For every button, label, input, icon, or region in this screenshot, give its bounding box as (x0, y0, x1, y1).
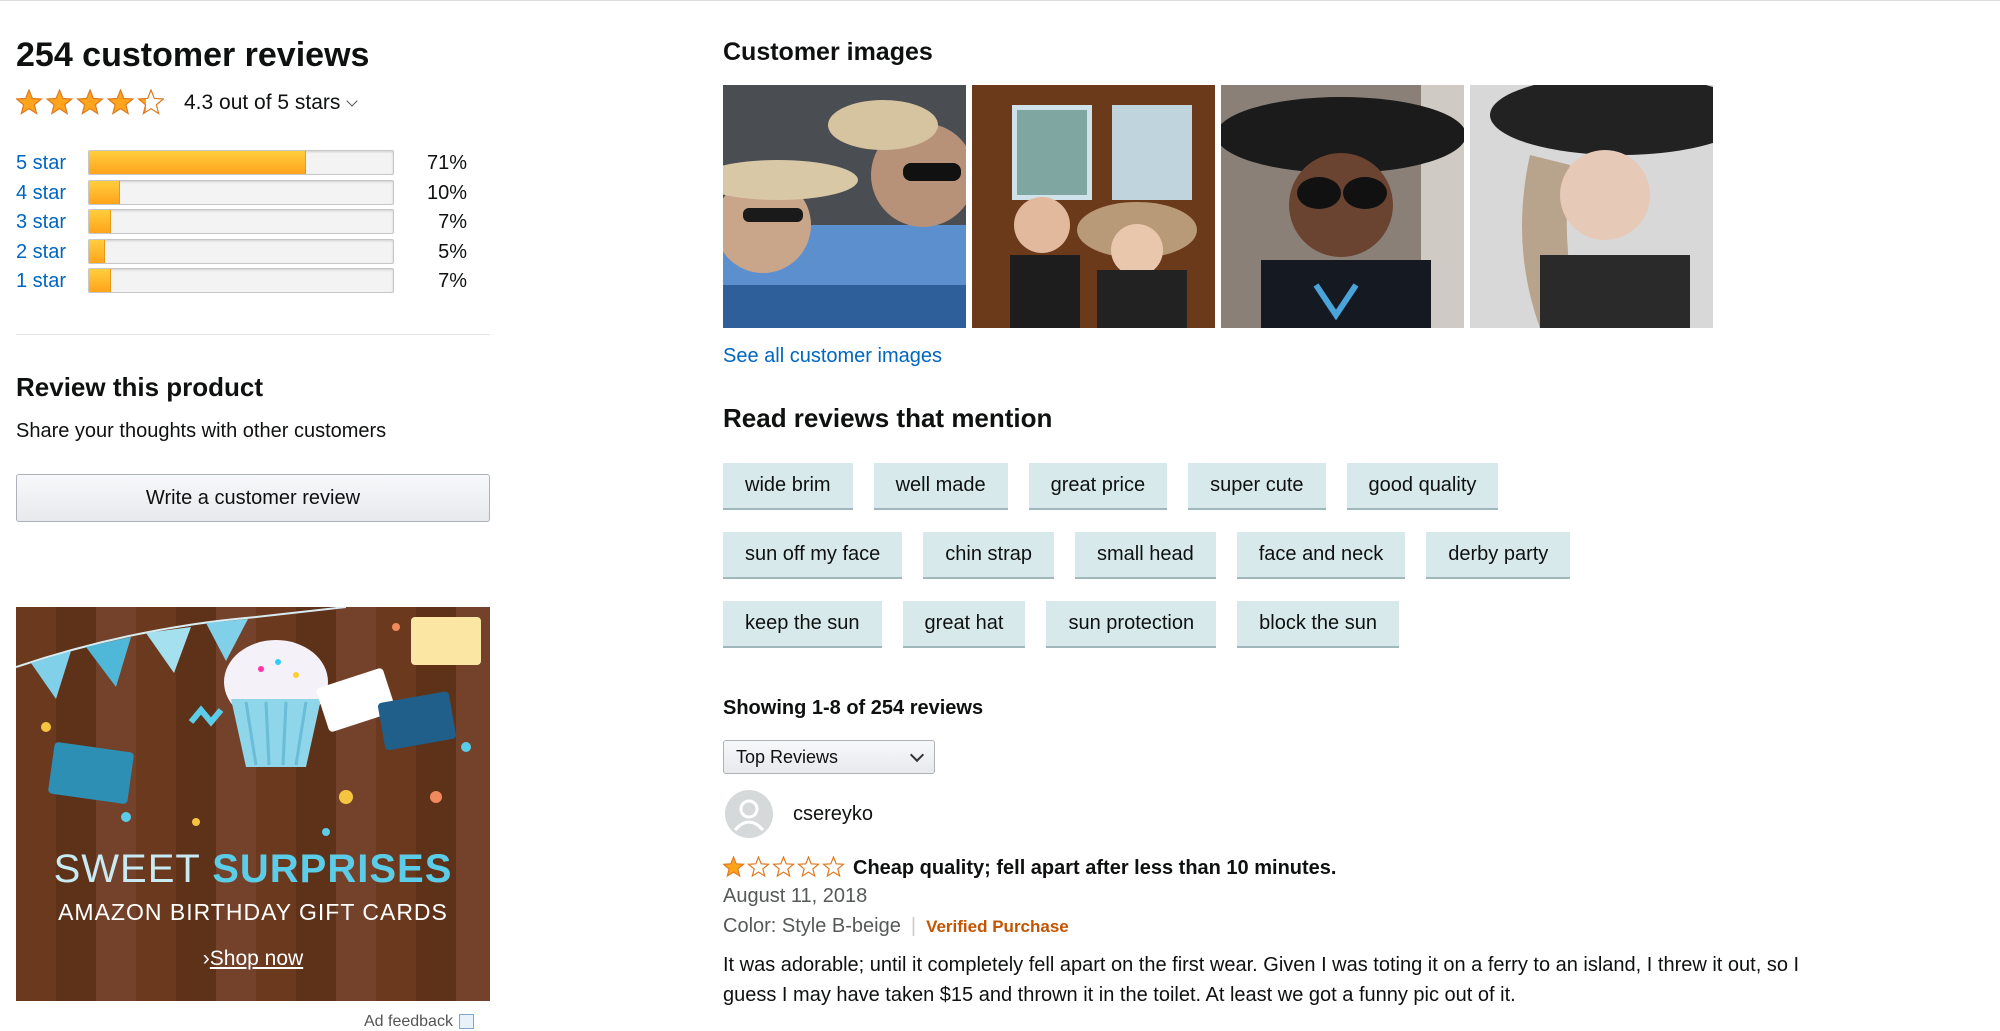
histogram-percent[interactable]: 7% (394, 270, 467, 293)
mention-chip[interactable]: wide brim (723, 463, 853, 510)
mention-chip[interactable]: good quality (1346, 463, 1499, 510)
star-icon (16, 89, 43, 115)
meta-separator: | (910, 915, 917, 937)
histogram-star-link[interactable]: 2 star (16, 241, 66, 264)
star-rating-icon (723, 856, 845, 878)
gift-card-ad-banner[interactable]: SWEET SURPRISES AMAZON BIRTHDAY GIFT CAR… (16, 607, 490, 1001)
histogram-bar[interactable] (88, 179, 394, 205)
histogram-bar-fill (89, 239, 106, 263)
histogram-star-link[interactable]: 4 star (16, 182, 66, 205)
histogram-bar[interactable] (88, 268, 394, 293)
customer-image-thumbnail[interactable] (1221, 85, 1464, 328)
mention-chip[interactable]: block the sun (1237, 601, 1399, 648)
sort-dropdown-value: Top Reviews (736, 746, 839, 767)
mention-chip[interactable]: derby party (1426, 532, 1571, 579)
customer-image-thumbnail[interactable] (972, 85, 1215, 328)
review-header: Cheap quality; fell apart after less tha… (723, 856, 1336, 880)
star-icon (746, 856, 771, 878)
sort-dropdown[interactable]: Top Reviews (723, 740, 935, 774)
avatar (725, 790, 773, 838)
histogram-percent[interactable]: 5% (394, 241, 467, 264)
histogram-bar-fill (89, 180, 121, 204)
reviewer-profile[interactable]: csereyko (725, 790, 873, 838)
mention-chip[interactable]: great price (1028, 463, 1168, 510)
histogram-bar-fill (89, 269, 112, 292)
review-meta: Color: Style B-beige | Verified Purchase (723, 915, 1069, 938)
review-product-subtitle: Share your thoughts with other customers (16, 420, 387, 442)
review-body: It was adorable; until it completely fel… (723, 954, 1800, 1006)
chevron-down-icon (909, 747, 925, 763)
showing-count: Showing 1-8 of 254 reviews (723, 697, 984, 719)
average-rating-row[interactable]: 4.3 out of 5 stars (16, 88, 359, 118)
write-review-button[interactable]: Write a customer review (16, 474, 490, 522)
histogram-star-link[interactable]: 1 star (16, 270, 66, 293)
ad-headline-bold: SURPRISES (212, 847, 453, 891)
top-divider (0, 0, 2000, 1)
histogram-bar[interactable] (88, 150, 394, 175)
mention-chip-row: keep the sun great hat sun protection block… (723, 601, 1723, 648)
histogram-percent[interactable]: 7% (394, 211, 467, 234)
histogram-bar[interactable] (88, 209, 394, 234)
star-icon (76, 89, 104, 115)
star-icon (771, 856, 796, 878)
star-icon (45, 89, 74, 115)
average-rating-label: 4.3 out of 5 stars (184, 91, 341, 114)
ad-headline: SWEET SURPRISES (16, 847, 490, 892)
mention-chip[interactable]: well made (873, 463, 1008, 510)
mention-chip-row: wide brim well made great price super cute g… (723, 463, 1723, 510)
mention-chip[interactable]: keep the sun (723, 601, 882, 648)
verified-purchase-badge: Verified Purchase (926, 917, 1069, 936)
star-icon (106, 89, 135, 115)
ad-subline: AMAZON BIRTHDAY GIFT CARDS (58, 899, 448, 925)
histogram-star-link[interactable]: 3 star (16, 211, 66, 234)
star-icon (821, 856, 845, 878)
chevron-down-icon (346, 95, 359, 107)
customer-image-thumbnail[interactable] (1470, 85, 1713, 328)
mention-chip[interactable]: sun protection (1046, 601, 1217, 648)
histogram-bar-fill (89, 210, 112, 233)
mention-chip[interactable]: sun off my face (723, 532, 903, 579)
party-illustration (16, 607, 481, 836)
ad-shop-now-link[interactable]: ›Shop now (16, 947, 490, 971)
mention-chip[interactable]: chin strap (923, 532, 1054, 579)
ad-cta-arrow: › (202, 947, 210, 970)
ad-cta-label: Shop now (209, 947, 304, 970)
mention-chip[interactable]: small head (1074, 532, 1216, 579)
average-rating-text[interactable]: 4.3 out of 5 stars (184, 91, 359, 115)
ad-feedback-link[interactable]: Ad feedback (364, 1013, 474, 1031)
histogram-percent[interactable]: 71% (394, 152, 467, 175)
review-title-link[interactable]: Cheap quality; fell apart after less tha… (853, 857, 1336, 880)
customer-image-thumbnail[interactable] (723, 85, 966, 328)
customer-images-strip (723, 85, 1713, 328)
reviewer-name: csereyko (793, 802, 874, 825)
customer-images-heading: Customer images (723, 38, 933, 66)
user-silhouette-icon (725, 790, 773, 838)
see-all-images-link[interactable]: See all customer images (723, 345, 942, 368)
star-rating-icon (16, 89, 164, 115)
section-divider (16, 334, 490, 335)
ad-feedback-label: Ad feedback (364, 1013, 453, 1030)
feedback-icon (458, 1014, 474, 1030)
review-count-heading: 254 customer reviews (16, 36, 370, 74)
histogram-star-link[interactable]: 5 star (16, 152, 66, 175)
histogram-percent[interactable]: 10% (394, 182, 467, 205)
ad-headline-light: SWEET (53, 847, 213, 891)
star-icon (723, 856, 746, 878)
star-icon (137, 89, 164, 115)
mention-chip-row: sun off my face chin strap small head face … (723, 532, 1723, 579)
review-variant-link[interactable]: Color: Style B-beige (723, 915, 901, 937)
mention-chips: wide brim well made great price super cute g… (723, 463, 1723, 670)
review-date: August 11, 2018 (723, 885, 868, 907)
histogram-bar-fill (89, 151, 306, 174)
mention-chip[interactable]: super cute (1188, 463, 1326, 510)
star-icon (796, 856, 821, 878)
mention-chip[interactable]: great hat (902, 601, 1026, 648)
mentions-heading: Read reviews that mention (723, 403, 1053, 433)
mention-chip[interactable]: face and neck (1236, 532, 1406, 579)
review-product-heading: Review this product (16, 372, 264, 402)
histogram-bar[interactable] (88, 238, 394, 264)
